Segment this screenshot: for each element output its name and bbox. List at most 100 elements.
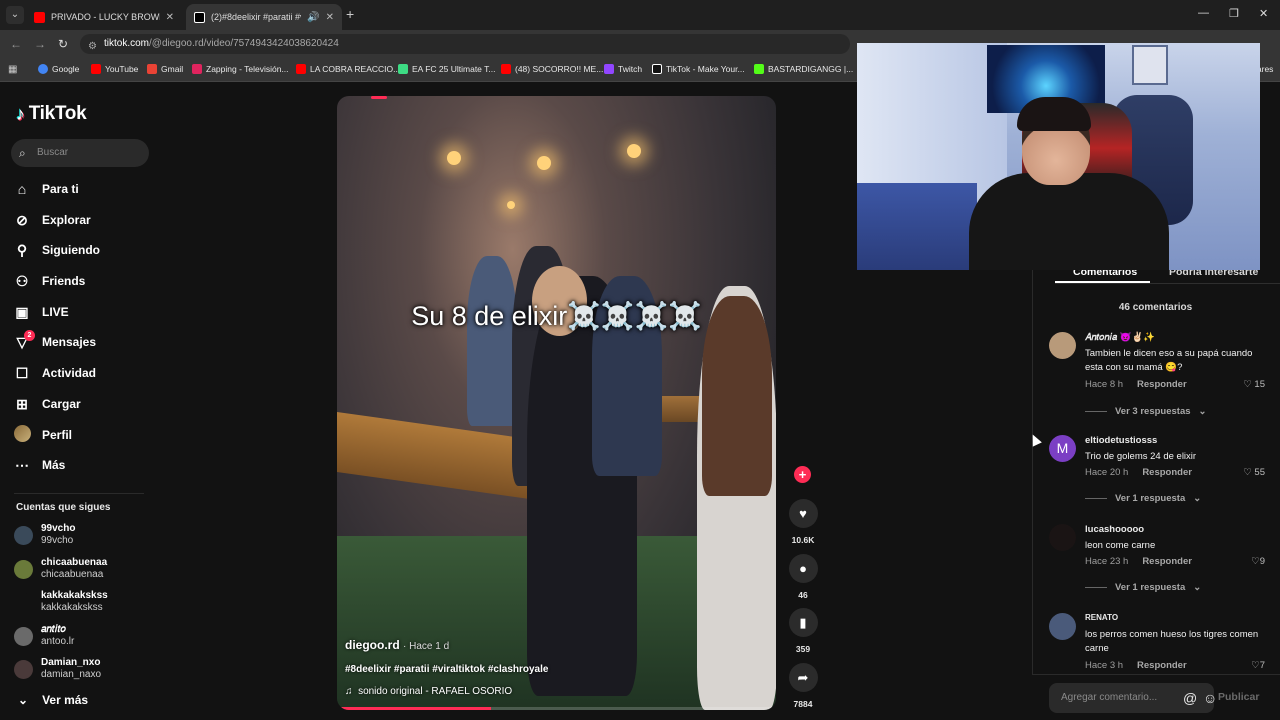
sidebar-item-actividad[interactable]: ☐ Actividad — [14, 361, 96, 385]
comment-like-button[interactable]: ♡ 55 — [1243, 467, 1265, 478]
bookmark-gmail[interactable]: Gmail — [147, 64, 183, 74]
video-player[interactable]: Su 8 de elixir☠️☠️☠️☠️ diegoo.rd · Hace … — [337, 96, 776, 710]
save-count: 359 — [795, 644, 811, 654]
sidebar-item-cargar[interactable]: ⊞ Cargar — [14, 392, 81, 416]
bookmark-zapping[interactable]: Zapping - Televisión... — [192, 64, 289, 74]
bookmark-la-cobra[interactable]: LA COBRA REACCIO... — [296, 64, 400, 74]
video-sound[interactable]: ♫ sonido original - RAFAEL OSORIO — [345, 686, 512, 697]
account-name: 99vcho — [41, 523, 76, 534]
sidebar-item-mas[interactable]: ⋯ Más — [14, 453, 65, 477]
bookmark-socorro[interactable]: (48) SOCORRO!! ME... — [501, 64, 603, 74]
comment-username[interactable]: lucashooooo — [1085, 524, 1144, 535]
search-icon: ⌕ — [19, 146, 26, 160]
minimize-window-button[interactable]: — — [1198, 7, 1209, 19]
avatar — [14, 559, 33, 579]
sidebar-item-mensajes[interactable]: ▽ 2 Mensajes — [14, 329, 96, 354]
bookmark-twitch[interactable]: Twitch — [604, 64, 642, 74]
sidebar-item-siguiendo[interactable]: ⚲ Siguiendo — [14, 238, 100, 262]
bookmark-youtube[interactable]: YouTube — [91, 64, 138, 74]
bookmark-ea-fc[interactable]: EA FC 25 Ultimate T... — [398, 64, 495, 74]
avatar — [14, 626, 33, 646]
view-replies-button[interactable]: Ver 1 respuesta ⌄ — [1085, 582, 1201, 593]
bookmark-label: EA FC 25 Ultimate T... — [412, 64, 496, 74]
site-info-icon[interactable]: ⚙ — [88, 37, 97, 57]
comment-icon: ● — [788, 554, 818, 583]
account-name: Damian_nxo — [41, 657, 101, 668]
bookmark-google[interactable]: Google — [38, 64, 79, 74]
back-button[interactable]: ← — [10, 37, 22, 51]
reply-button[interactable]: Responder — [1137, 660, 1187, 671]
emoji-icon[interactable]: ☺ — [1203, 683, 1217, 713]
sidebar-item-friends[interactable]: ⚇ Friends — [14, 269, 86, 293]
close-tab-icon[interactable]: ✕ — [166, 12, 174, 23]
sidebar-item-label: Siguiendo — [42, 243, 100, 257]
bookmark-kick[interactable]: BASTARDIGANGG |... — [754, 64, 853, 74]
sidebar-divider — [14, 493, 144, 494]
video-top-indicator — [371, 96, 387, 99]
comment-username[interactable]: RENATO — [1085, 613, 1118, 622]
browser-tab-youtube[interactable]: PRIVADO - LUCKY BROWN (Vid ✕ — [26, 4, 182, 30]
comment-like-button[interactable]: ♡7 — [1251, 660, 1265, 671]
save-button[interactable]: ▮ 359 — [786, 608, 820, 654]
following-account[interactable]: 𝑎𝑛𝑡𝑖𝑡𝑜 antoo.lr — [14, 622, 74, 650]
comment-like-button[interactable]: ♡9 — [1251, 556, 1265, 567]
mute-tab-icon[interactable]: 🔊 — [307, 12, 319, 23]
follow-plus-button[interactable]: + — [794, 466, 811, 483]
avatar[interactable] — [1049, 613, 1076, 640]
video-author[interactable]: diegoo.rd · Hace 1 d — [345, 638, 449, 652]
avatar[interactable] — [1049, 332, 1076, 359]
tab-search-button[interactable]: ⌄ — [6, 6, 24, 24]
video-hashtags[interactable]: #8deelixir #paratii #viraltiktok #clashr… — [345, 664, 548, 675]
share-button[interactable]: ➦ 7884 — [786, 663, 820, 709]
like-button[interactable]: ♥ 10.6K — [786, 499, 820, 545]
comment-username[interactable]: 𝐴𝑛𝑡𝑜𝑛𝑖𝑎 😈✌🏻✨ — [1085, 332, 1155, 343]
tiktok-logo[interactable]: ♪ TikTok — [16, 103, 87, 125]
view-replies-button[interactable]: Ver 1 respuesta ⌄ — [1085, 493, 1201, 504]
avatar[interactable]: M — [1049, 435, 1076, 462]
search-input[interactable]: ⌕ Buscar — [11, 139, 149, 167]
tab-title: PRIVADO - LUCKY BROWN (Vid — [51, 12, 160, 22]
avatar[interactable] — [1049, 524, 1076, 551]
comment-username[interactable]: eltiodetustiosss — [1085, 435, 1157, 446]
publish-button[interactable]: Publicar — [1218, 691, 1259, 703]
video-progress-bar[interactable] — [337, 707, 776, 710]
close-tab-icon[interactable]: ✕ — [326, 12, 334, 23]
forward-button[interactable]: → — [34, 37, 46, 51]
comment-text: los perros comen hueso los tigres comen … — [1085, 629, 1259, 654]
comment-meta: Hace 8 h Responder — [1085, 379, 1187, 390]
bookmark-label: Google — [52, 64, 80, 74]
sidebar-item-live[interactable]: ▣ LIVE — [14, 300, 69, 324]
browser-tab-tiktok[interactable]: (2)#8deelixir #paratii #viralt 🔊 ✕ — [186, 4, 342, 30]
apps-grid-icon[interactable]: ▦ — [8, 64, 17, 75]
following-account[interactable]: chicaabuenaa chicaabuenaa — [14, 555, 107, 583]
reply-button[interactable]: Responder — [1142, 467, 1192, 478]
sidebar-item-perfil[interactable]: Perfil — [14, 423, 72, 447]
following-account[interactable]: 99vcho 99vcho — [14, 521, 75, 549]
view-replies-button[interactable]: Ver 3 respuestas ⌄ — [1085, 406, 1207, 417]
comment-composer: Agregar comentario... @ ☺ Publicar — [1032, 674, 1280, 720]
mention-icon[interactable]: @ — [1183, 683, 1197, 713]
following-account[interactable]: Damian_nxo damian_naxo — [14, 655, 101, 683]
see-more-button[interactable]: ⌄ Ver más — [18, 693, 88, 707]
comment-input[interactable]: Agregar comentario... @ ☺ — [1049, 683, 1217, 713]
reply-button[interactable]: Responder — [1142, 556, 1192, 567]
sidebar-item-para-ti[interactable]: ⌂ Para ti — [14, 177, 79, 201]
bookmark-tiktok[interactable]: TikTok - Make Your... — [652, 64, 745, 74]
comment-button[interactable]: ● 46 — [786, 554, 820, 600]
post-time: · Hace 1 d — [403, 641, 450, 652]
comment-text: leon come carne — [1085, 540, 1156, 551]
sidebar-item-label: LIVE — [42, 305, 69, 319]
chevron-down-icon: ⌄ — [18, 693, 29, 707]
address-bar[interactable]: ⚙ tiktok.com/@diegoo.rd/video/7574943424… — [80, 34, 850, 54]
comment-time: Hace 23 h — [1085, 556, 1129, 567]
close-window-button[interactable]: ✕ — [1259, 7, 1268, 20]
music-note-icon: ♫ — [345, 686, 353, 697]
new-tab-button[interactable]: + — [346, 6, 354, 22]
comment-like-button[interactable]: ♡ 15 — [1243, 379, 1265, 390]
reply-button[interactable]: Responder — [1137, 379, 1187, 390]
reload-button[interactable]: ↻ — [58, 37, 68, 51]
following-account[interactable]: kakkakakskss kakkakakskss — [14, 588, 108, 616]
restore-window-button[interactable]: ❐ — [1229, 7, 1239, 20]
share-count: 7884 — [793, 699, 813, 709]
sidebar-item-explorar[interactable]: ⊘ Explorar — [14, 208, 91, 232]
